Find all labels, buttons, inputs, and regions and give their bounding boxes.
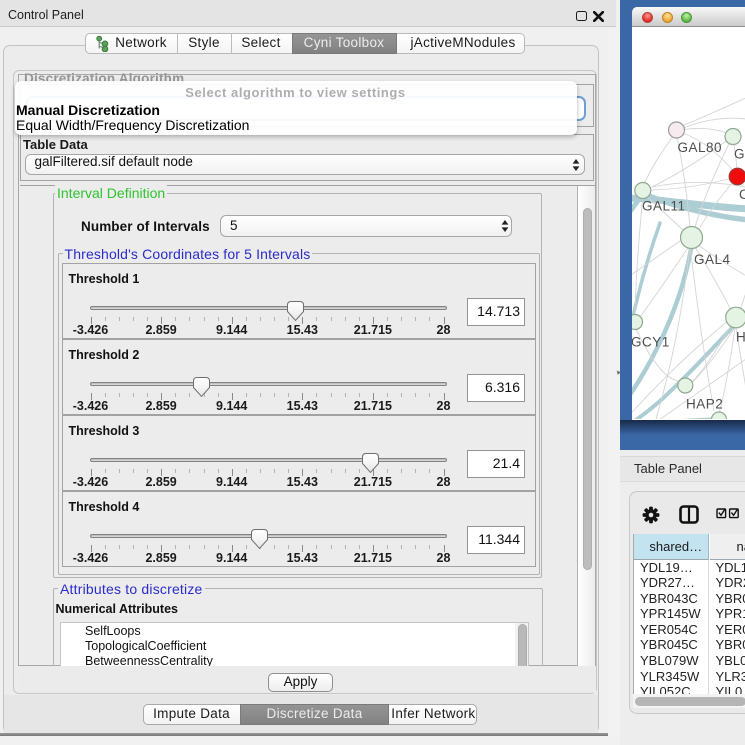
svg-text:HAP2: HAP2 bbox=[686, 397, 723, 412]
svg-text:GAL4: GAL4 bbox=[694, 252, 731, 267]
svg-text:H: H bbox=[736, 330, 745, 345]
svg-text:C: C bbox=[739, 187, 745, 202]
svg-text:GCY1: GCY1 bbox=[632, 335, 670, 350]
svg-text:GAL11: GAL11 bbox=[642, 199, 686, 214]
svg-text:GAL80: GAL80 bbox=[677, 140, 722, 155]
svg-text:GA: GA bbox=[734, 147, 745, 162]
